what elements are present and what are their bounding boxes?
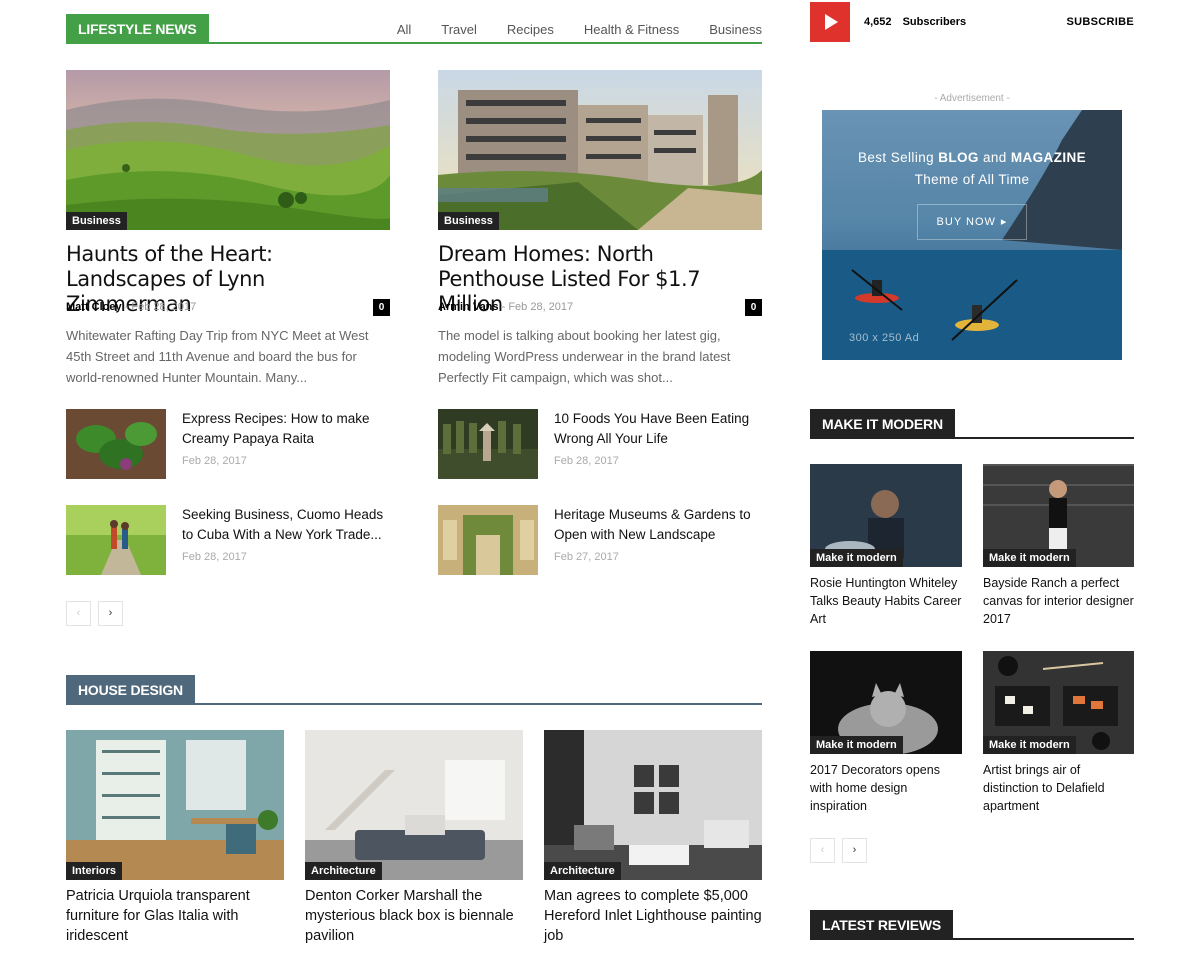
featured-image-building[interactable]: Business <box>438 70 762 230</box>
modern-next-button[interactable]: › <box>842 838 867 863</box>
subscribe-button[interactable]: SUBSCRIBE <box>1060 16 1134 28</box>
featured-image-landscape[interactable]: Business <box>66 70 390 230</box>
small-post-date: Feb 27, 2017 <box>554 551 619 563</box>
filter-business[interactable]: Business <box>709 22 762 37</box>
ad-buy-button[interactable]: BUY NOW ▸ <box>917 204 1027 240</box>
thumb-museum[interactable] <box>438 505 538 575</box>
ad-text-and: and <box>978 150 1011 165</box>
category-badge[interactable]: Make it modern <box>810 549 903 567</box>
chevron-right-icon: ▸ <box>1000 216 1008 228</box>
ad-banner[interactable]: Best Selling BLOG and MAGAZINE Theme of … <box>822 110 1122 360</box>
modern-post-title[interactable]: Artist brings air of distinction to Dela… <box>983 761 1134 815</box>
subscribers-number: 4,652 <box>864 16 892 28</box>
modern-block-header: MAKE IT MODERN <box>810 409 1134 439</box>
filter-health-fitness[interactable]: Health & Fitness <box>584 22 679 37</box>
post-date: Feb 28, 2017 <box>131 301 197 313</box>
lifestyle-filters: All Travel Recipes Health & Fitness Busi… <box>367 22 762 37</box>
small-post-title[interactable]: Seeking Business, Cuomo Heads to Cuba Wi… <box>182 505 392 545</box>
modern-post-title[interactable]: 2017 Decorators opens with home design i… <box>810 761 962 815</box>
modern-image-cat[interactable]: Make it modern <box>810 651 962 754</box>
modern-block-title: MAKE IT MODERN <box>810 409 955 439</box>
modern-block-line <box>810 437 1134 439</box>
subscribers-count: 4,652 Subscribers <box>864 16 966 28</box>
featured-meta: Armin Vans - Feb 28, 2017 <box>438 301 573 313</box>
category-badge[interactable]: Business <box>66 212 127 230</box>
small-post-date: Feb 28, 2017 <box>554 455 619 467</box>
filter-all[interactable]: All <box>397 22 411 37</box>
reviews-block-header: LATEST REVIEWS <box>810 910 1134 940</box>
small-post-title[interactable]: Heritage Museums & Gardens to Open with … <box>554 505 764 545</box>
subscribers-label: Subscribers <box>902 16 967 28</box>
author-name[interactable]: Armin Vans <box>438 301 499 313</box>
ad-text-magazine: MAGAZINE <box>1010 150 1087 165</box>
ad-size-label: 300 x 250 Ad <box>849 332 920 344</box>
modern-image-drummer[interactable]: Make it modern <box>810 464 962 567</box>
featured-meta: Matt Cloey - Feb 28, 2017 <box>66 301 196 313</box>
lifestyle-block-header: LIFESTYLE NEWS All Travel Recipes Health… <box>66 14 762 44</box>
youtube-icon[interactable] <box>810 2 850 42</box>
lifestyle-block-title: LIFESTYLE NEWS <box>66 14 209 44</box>
house-image-brick[interactable]: Architecture <box>544 730 762 880</box>
ad-buy-label: BUY NOW <box>936 216 996 228</box>
ad-subline: Theme of All Time <box>914 172 1030 187</box>
house-block-header: HOUSE DESIGN <box>66 675 762 705</box>
category-badge[interactable]: Interiors <box>66 862 123 880</box>
modern-post-title[interactable]: Rosie Huntington Whiteley Talks Beauty H… <box>810 574 962 628</box>
thumb-recipes[interactable] <box>66 409 166 479</box>
ad-text-blog: BLOG <box>938 150 979 165</box>
next-page-button[interactable]: › <box>98 601 123 626</box>
ad-headline: Best Selling BLOG and MAGAZINE <box>822 150 1122 165</box>
category-badge[interactable]: Make it modern <box>983 736 1076 754</box>
post-date: Feb 28, 2017 <box>508 301 574 313</box>
small-post-title[interactable]: 10 Foods You Have Been Eating Wrong All … <box>554 409 764 449</box>
house-image-living[interactable]: Architecture <box>305 730 523 880</box>
small-post-title[interactable]: Express Recipes: How to make Creamy Papa… <box>182 409 392 449</box>
modern-image-sushi[interactable]: Make it modern <box>983 651 1134 754</box>
featured-excerpt: Whitewater Rafting Day Trip from NYC Mee… <box>66 328 369 385</box>
category-badge[interactable]: Business <box>438 212 499 230</box>
small-post-date: Feb 28, 2017 <box>182 551 247 563</box>
small-post-date: Feb 28, 2017 <box>182 455 247 467</box>
thumb-runners[interactable] <box>66 505 166 575</box>
comment-count[interactable]: 0 <box>373 299 390 316</box>
filter-travel[interactable]: Travel <box>441 22 477 37</box>
advertisement-label: - Advertisement - <box>934 93 1010 104</box>
reviews-block-title: LATEST REVIEWS <box>810 910 954 940</box>
filter-recipes[interactable]: Recipes <box>507 22 554 37</box>
house-block-line <box>66 703 762 705</box>
author-name[interactable]: Matt Cloey <box>66 301 122 313</box>
category-badge[interactable]: Make it modern <box>983 549 1076 567</box>
modern-image-woman[interactable]: Make it modern <box>983 464 1134 567</box>
featured-excerpt: The model is talking about booking her l… <box>438 328 731 385</box>
house-post-title[interactable]: Man agrees to complete $5,000 Hereford I… <box>544 886 762 946</box>
house-post-title[interactable]: Denton Corker Marshall the mysterious bl… <box>305 886 523 946</box>
lifestyle-block-line <box>66 42 762 44</box>
house-block-title: HOUSE DESIGN <box>66 675 195 705</box>
category-badge[interactable]: Architecture <box>544 862 621 880</box>
house-post-title[interactable]: Patricia Urquiola transparent furniture … <box>66 886 284 946</box>
house-image-office[interactable]: Interiors <box>66 730 284 880</box>
modern-post-title[interactable]: Bayside Ranch a perfect canvas for inter… <box>983 574 1134 628</box>
reviews-block-line <box>810 938 1134 940</box>
category-badge[interactable]: Architecture <box>305 862 382 880</box>
category-badge[interactable]: Make it modern <box>810 736 903 754</box>
modern-prev-button[interactable]: ‹ <box>810 838 835 863</box>
ad-text-a: Best Selling <box>857 150 939 165</box>
comment-count[interactable]: 0 <box>745 299 762 316</box>
thumb-foods[interactable] <box>438 409 538 479</box>
prev-page-button[interactable]: ‹ <box>66 601 91 626</box>
